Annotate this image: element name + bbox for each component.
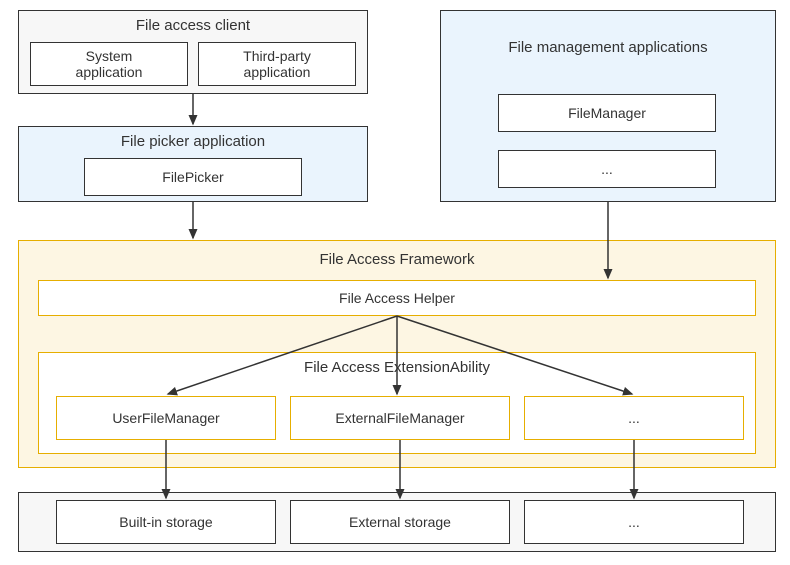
file-access-helper-box: File Access Helper — [38, 280, 756, 316]
file-management-apps-title: File management applications — [441, 39, 775, 56]
storage-more-box: ... — [524, 500, 744, 544]
user-file-manager-box: UserFileManager — [56, 396, 276, 440]
file-picker-box: FilePicker — [84, 158, 302, 196]
file-access-extension-title: File Access ExtensionAbility — [39, 359, 755, 376]
external-storage-box: External storage — [290, 500, 510, 544]
framework-more-box: ... — [524, 396, 744, 440]
builtin-storage-box: Built-in storage — [56, 500, 276, 544]
file-picker-app-title: File picker application — [19, 133, 367, 150]
file-management-more-box: ... — [498, 150, 716, 188]
file-access-client-title: File access client — [19, 17, 367, 34]
third-party-application-box: Third-party application — [198, 42, 356, 86]
file-access-framework-title: File Access Framework — [19, 251, 775, 268]
external-file-manager-box: ExternalFileManager — [290, 396, 510, 440]
system-application-box: System application — [30, 42, 188, 86]
file-manager-box: FileManager — [498, 94, 716, 132]
